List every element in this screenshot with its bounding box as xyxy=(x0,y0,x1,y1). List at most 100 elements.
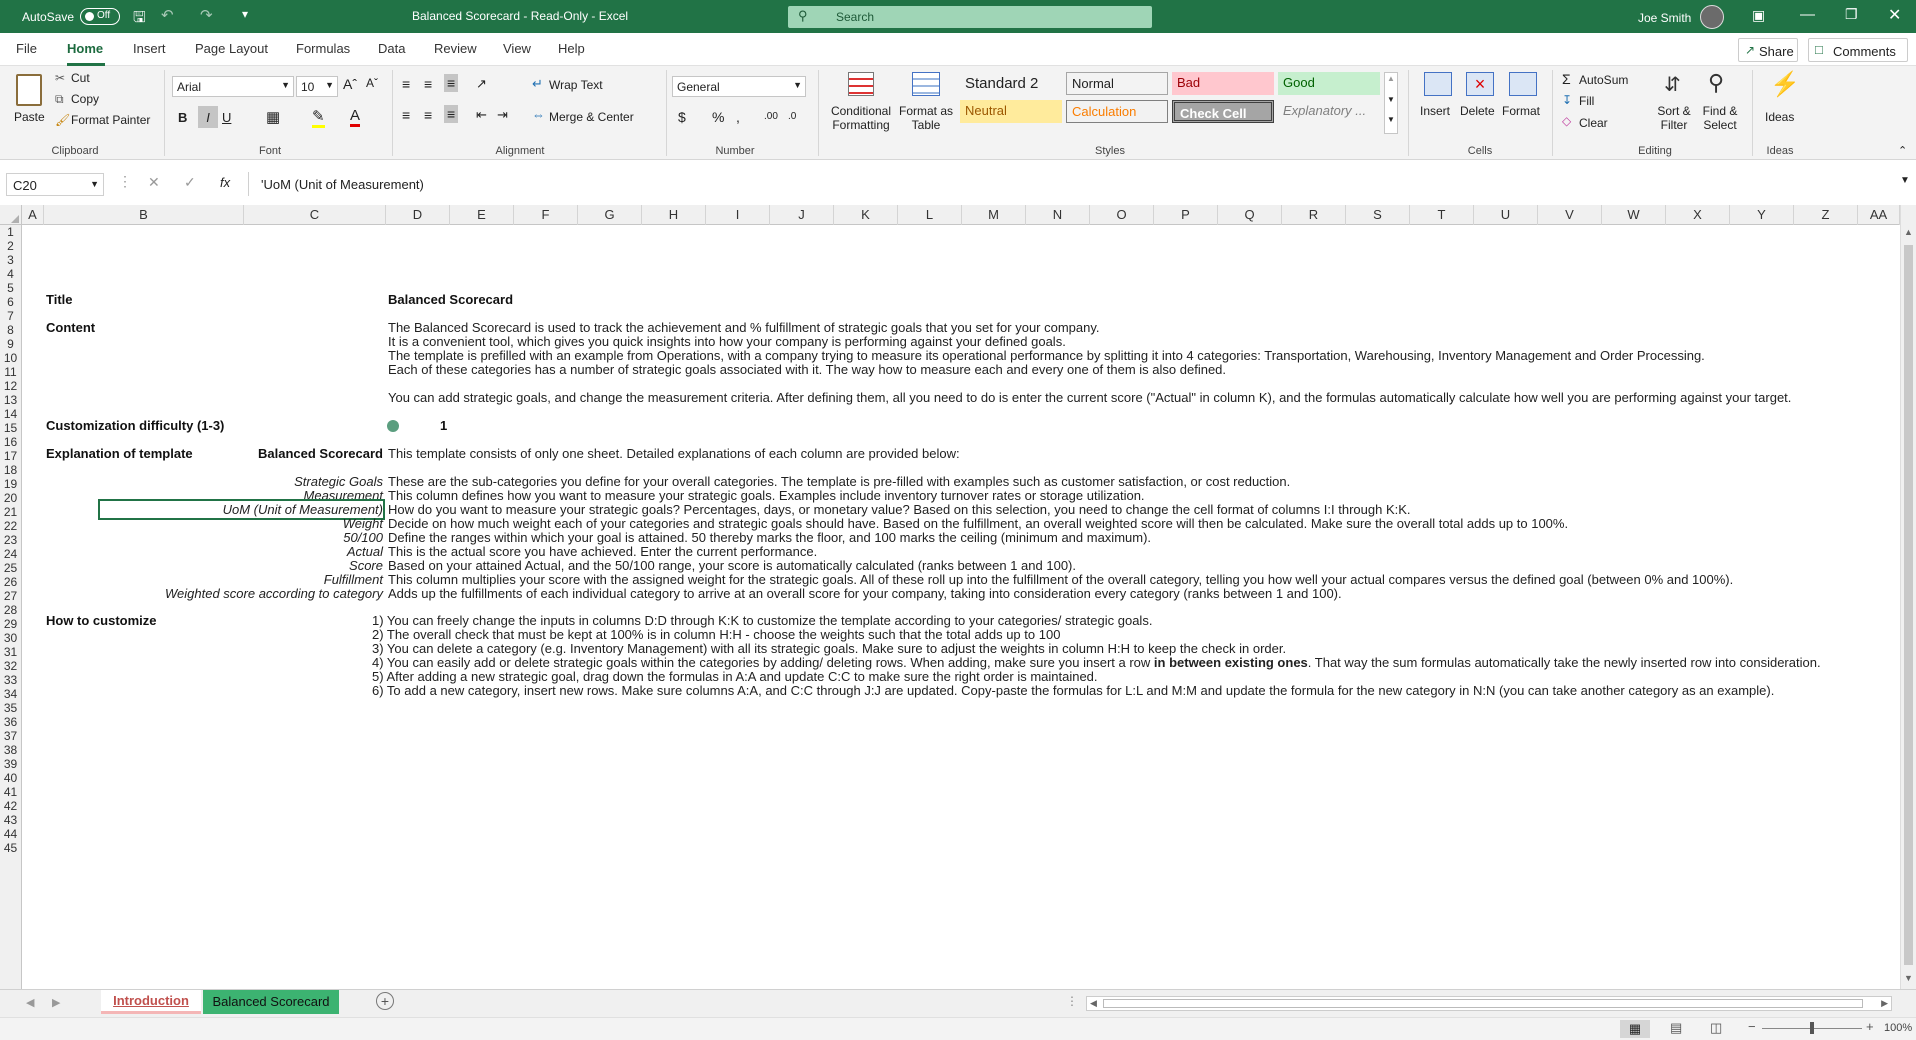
tab-insert[interactable]: Insert xyxy=(133,41,166,56)
zoom-slider-thumb[interactable] xyxy=(1810,1022,1814,1034)
column-header[interactable]: AA xyxy=(1858,205,1900,225)
scroll-up-icon[interactable]: ▲ xyxy=(1904,227,1913,237)
autosum-button[interactable]: AutoSum xyxy=(1579,73,1628,87)
style-explanatory[interactable]: Explanatory ... xyxy=(1278,100,1380,123)
row-header[interactable]: 36 xyxy=(0,715,22,729)
row-header[interactable]: 33 xyxy=(0,673,22,687)
row-header[interactable]: 27 xyxy=(0,589,22,603)
column-header[interactable]: I xyxy=(706,205,770,225)
column-header[interactable]: G xyxy=(578,205,642,225)
prev-sheet-icon[interactable]: ◀ xyxy=(26,996,34,1009)
row-header[interactable]: 6 xyxy=(0,295,22,309)
row-header[interactable]: 7 xyxy=(0,309,22,323)
row-header[interactable]: 41 xyxy=(0,785,22,799)
format-as-table-button[interactable]: Format as Table xyxy=(896,70,956,142)
column-header[interactable]: H xyxy=(642,205,706,225)
undo-icon[interactable]: ↶ xyxy=(161,6,174,24)
page-break-view-icon[interactable]: ◫ xyxy=(1710,1020,1722,1036)
customize-qat-icon[interactable]: ▾ xyxy=(242,7,248,21)
bold-button[interactable]: B xyxy=(178,110,187,125)
row-header[interactable]: 3 xyxy=(0,253,22,267)
formula-input[interactable]: 'UoM (Unit of Measurement) xyxy=(248,172,1914,196)
paste-button[interactable]: Paste xyxy=(10,70,48,144)
decrease-font-icon[interactable]: Aˇ xyxy=(366,76,378,90)
font-size-select[interactable]: 10 ▼ xyxy=(296,76,338,97)
font-color-icon[interactable]: A xyxy=(350,107,361,127)
tab-data[interactable]: Data xyxy=(378,41,405,56)
row-header[interactable]: 37 xyxy=(0,729,22,743)
scroll-left-icon[interactable]: ◀ xyxy=(1090,998,1097,1009)
font-name-select[interactable]: Arial ▼ xyxy=(172,76,294,97)
row-header[interactable]: 35 xyxy=(0,701,22,715)
row-header[interactable]: 2 xyxy=(0,239,22,253)
normal-view-icon[interactable]: ▦ xyxy=(1620,1020,1650,1038)
difficulty-value[interactable]: 1 xyxy=(440,417,447,434)
tab-formulas[interactable]: Formulas xyxy=(296,41,350,56)
redo-icon[interactable]: ↷ xyxy=(200,6,213,24)
clear-button[interactable]: Clear xyxy=(1579,116,1608,130)
tab-home[interactable]: Home xyxy=(67,41,103,56)
style-bad[interactable]: Bad xyxy=(1172,72,1274,95)
column-header[interactable]: R xyxy=(1282,205,1346,225)
avatar[interactable] xyxy=(1700,5,1724,29)
decrease-decimal-icon[interactable]: .0 xyxy=(788,111,796,122)
customize-step[interactable]: 6) To add a new category, insert new row… xyxy=(372,682,1774,699)
enter-icon[interactable]: ✓ xyxy=(184,174,196,191)
row-header[interactable]: 44 xyxy=(0,827,22,841)
horizontal-scrollbar[interactable]: ◀ ▶ xyxy=(1086,996,1892,1011)
scroll-down-icon[interactable]: ▼ xyxy=(1904,973,1913,983)
tab-page-layout[interactable]: Page Layout xyxy=(195,41,268,56)
format-painter-button[interactable]: Format Painter xyxy=(71,113,150,127)
format-cells-button[interactable]: Format xyxy=(1502,70,1544,142)
styles-scroll[interactable]: ▲ ▼ ▼ xyxy=(1384,72,1398,134)
style-neutral[interactable]: Neutral xyxy=(960,100,1062,123)
row-header[interactable]: 11 xyxy=(0,365,22,379)
column-header[interactable]: B xyxy=(44,205,244,225)
cut-button[interactable]: Cut xyxy=(71,71,90,85)
increase-font-icon[interactable]: Aˆ xyxy=(343,76,357,92)
title-value[interactable]: Balanced Scorecard xyxy=(388,291,513,308)
row-header[interactable]: 42 xyxy=(0,799,22,813)
row-header[interactable]: 13 xyxy=(0,393,22,407)
page-layout-view-icon[interactable]: ▤ xyxy=(1670,1020,1682,1036)
style-calculation[interactable]: Calculation xyxy=(1066,100,1168,123)
align-bottom-icon[interactable]: ≡ xyxy=(444,74,459,92)
increase-indent-icon[interactable]: ⇥ xyxy=(497,107,508,123)
percent-icon[interactable]: % xyxy=(712,109,724,125)
row-header[interactable]: 23 xyxy=(0,533,22,547)
row-header[interactable]: 30 xyxy=(0,631,22,645)
insert-function-icon[interactable]: fx xyxy=(220,175,230,190)
column-header[interactable]: M xyxy=(962,205,1026,225)
tab-file[interactable]: File xyxy=(16,41,37,56)
column-header[interactable]: C xyxy=(244,205,386,225)
style-normal[interactable]: Normal xyxy=(1066,72,1168,95)
row-header[interactable]: 24 xyxy=(0,547,22,561)
borders-icon[interactable]: ▦ xyxy=(266,108,280,126)
content-line[interactable]: Each of these categories has a number of… xyxy=(388,361,1226,378)
row-header[interactable]: 21 xyxy=(0,505,22,519)
row-header[interactable]: 9 xyxy=(0,337,22,351)
save-icon[interactable]: 🖫 xyxy=(133,7,146,32)
column-header[interactable]: D xyxy=(386,205,450,225)
row-header[interactable]: 1 xyxy=(0,225,22,239)
decrease-indent-icon[interactable]: ⇤ xyxy=(476,107,487,123)
row-header[interactable]: 17 xyxy=(0,449,22,463)
row-header[interactable]: 12 xyxy=(0,379,22,393)
row-header[interactable]: 22 xyxy=(0,519,22,533)
merge-center-button[interactable]: Merge & Center xyxy=(549,110,634,124)
column-header[interactable]: Z xyxy=(1794,205,1858,225)
next-sheet-icon[interactable]: ▶ xyxy=(52,996,60,1009)
content-line[interactable]: You can add strategic goals, and change … xyxy=(388,389,1791,406)
share-button[interactable]: ↗ Share xyxy=(1738,38,1798,62)
column-header[interactable]: T xyxy=(1410,205,1474,225)
column-header[interactable]: K xyxy=(834,205,898,225)
tab-split-handle-icon[interactable]: ⋮ xyxy=(1066,994,1078,1008)
select-all-button[interactable] xyxy=(0,205,22,225)
row-header[interactable]: 5 xyxy=(0,281,22,295)
sheet-tab-introduction[interactable]: Introduction xyxy=(101,990,201,1014)
style-standard-2[interactable]: Standard 2 xyxy=(960,72,1062,95)
row-header[interactable]: 4 xyxy=(0,267,22,281)
definition-text[interactable]: Adds up the fulfillments of each individ… xyxy=(388,585,1342,602)
row-header[interactable]: 18 xyxy=(0,463,22,477)
column-header[interactable]: V xyxy=(1538,205,1602,225)
